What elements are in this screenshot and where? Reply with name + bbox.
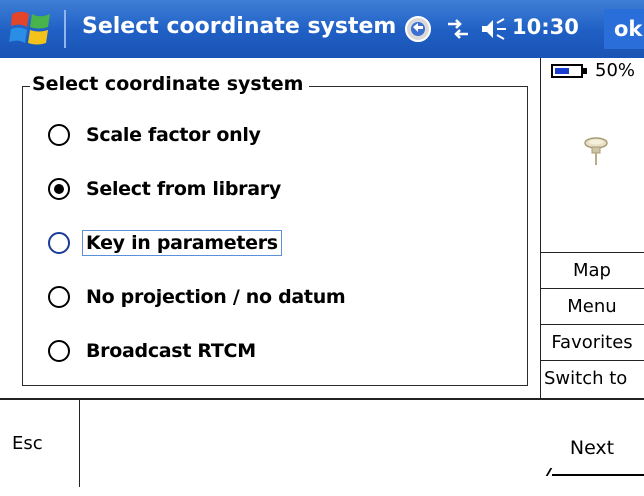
menu-button[interactable]: Menu (540, 288, 644, 324)
radio-button[interactable] (48, 340, 70, 362)
ok-button[interactable]: ok (604, 9, 644, 49)
title-bar: Select coordinate system 10:30 ok (0, 0, 644, 58)
radio-button[interactable] (48, 178, 70, 200)
radio-label: No projection / no datum (86, 286, 346, 308)
radio-select-from-library[interactable]: Select from library (48, 172, 285, 206)
radio-button[interactable] (48, 286, 70, 308)
radio-button[interactable] (48, 232, 70, 254)
switch-to-button[interactable]: Switch to (540, 360, 644, 396)
battery-tip (583, 68, 587, 74)
favorites-button[interactable]: Favorites (540, 324, 644, 360)
battery-percentage: 50% (595, 60, 636, 81)
radio-label: Scale factor only (86, 124, 261, 146)
volume-icon[interactable] (480, 16, 508, 42)
connectivity-icon[interactable] (444, 16, 472, 42)
radio-broadcast-rtcm[interactable]: Broadcast RTCM (48, 334, 260, 368)
clock[interactable]: 10:30 (512, 15, 579, 39)
group-legend: Select coordinate system (30, 73, 310, 95)
map-button[interactable]: Map (540, 252, 644, 288)
esc-button[interactable]: Esc (0, 400, 80, 487)
window-title: Select coordinate system (82, 14, 397, 39)
radio-button[interactable] (48, 124, 70, 146)
gps-receiver-icon[interactable] (583, 136, 609, 166)
radio-label: Key in parameters (82, 230, 282, 256)
radio-no-projection-no-datum[interactable]: No projection / no datum (48, 280, 349, 314)
radio-label: Broadcast RTCM (86, 340, 256, 362)
activesync-icon[interactable] (404, 15, 432, 43)
title-separator (64, 10, 66, 48)
radio-label: Select from library (86, 178, 281, 200)
battery-icon (551, 64, 583, 78)
next-button-underline (552, 474, 644, 476)
radio-key-in-parameters[interactable]: Key in parameters (48, 226, 282, 260)
radio-scale-factor-only[interactable]: Scale factor only (48, 118, 265, 152)
windows-start-icon[interactable] (8, 8, 54, 50)
